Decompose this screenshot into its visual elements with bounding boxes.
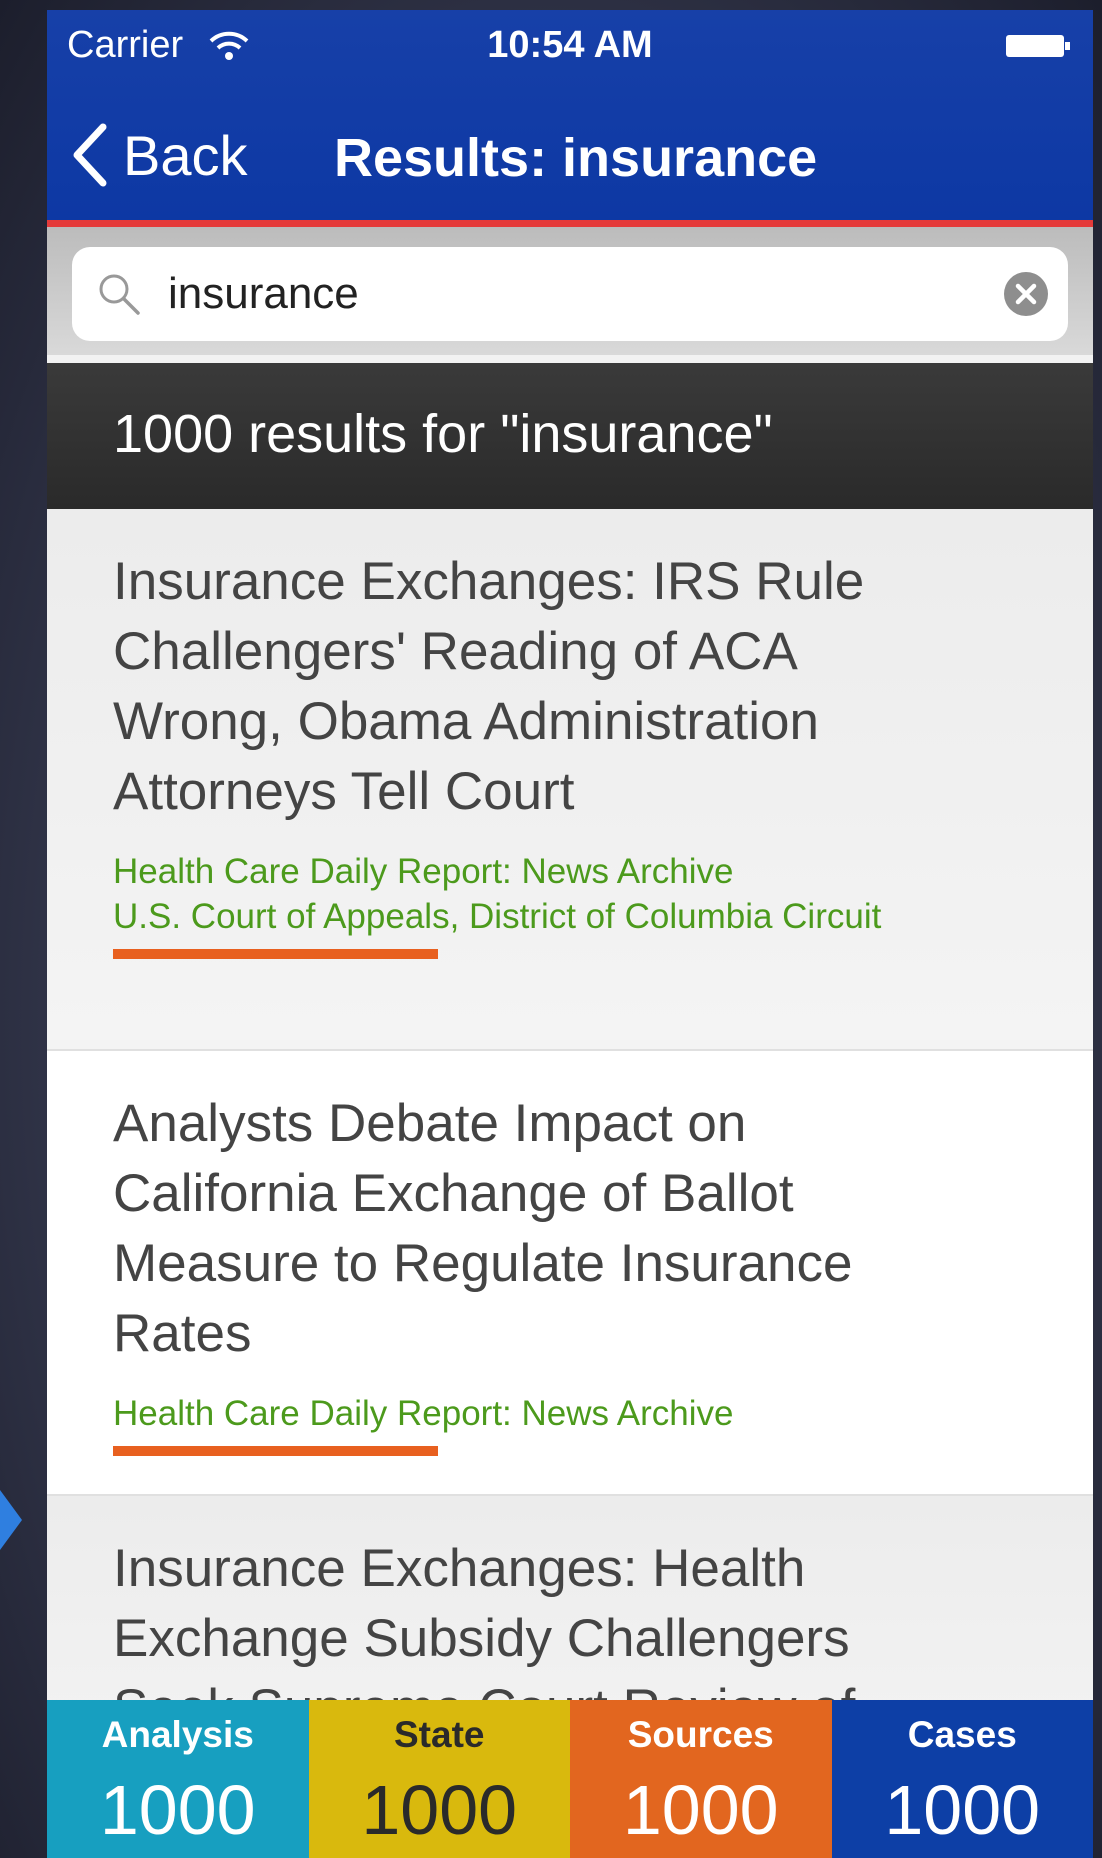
back-label: Back [123, 123, 248, 187]
tab-label: State [394, 1714, 485, 1755]
tab-count: 1000 [884, 1771, 1041, 1849]
result-item[interactable]: Insurance Exchanges: IRS Rule Challenger… [47, 509, 1093, 1051]
search-bar [47, 227, 1093, 355]
result-title: Insurance Exchanges: IRS Rule Challenger… [113, 552, 865, 821]
tab-state[interactable]: State 1000 [308, 1700, 570, 1858]
search-icon [99, 274, 140, 315]
result-underline [113, 1446, 438, 1456]
tab-analysis[interactable]: Analysis 1000 [47, 1700, 309, 1858]
category-tab-bar: Analysis 1000 State 1000 Sources 1000 Ca… [47, 1700, 1093, 1858]
result-underline [113, 949, 438, 959]
status-time: 10:54 AM [487, 24, 653, 66]
tab-count: 1000 [99, 1771, 256, 1849]
search-input[interactable] [168, 257, 968, 331]
back-button[interactable]: Back [69, 115, 248, 195]
tab-count: 1000 [361, 1771, 518, 1849]
clear-search-icon[interactable] [1002, 270, 1050, 318]
chevron-left-icon [73, 123, 107, 187]
navigation-bar: Back Results: insurance [47, 105, 1093, 205]
result-title: Analysts Debate Impact on California Exc… [113, 1094, 853, 1363]
results-list: Insurance Exchanges: IRS Rule Challenger… [47, 509, 1093, 1796]
phone-screen: Carrier 10:54 AM Back Results: insurance [47, 10, 1093, 1858]
tab-cases[interactable]: Cases 1000 [831, 1700, 1093, 1858]
status-bar: Carrier 10:54 AM [47, 10, 1093, 90]
top-bar: Carrier 10:54 AM Back Results: insurance [47, 10, 1093, 227]
tab-count: 1000 [622, 1771, 779, 1849]
page-title: Results: insurance [334, 128, 818, 188]
battery-icon [1006, 35, 1070, 57]
result-source: U.S. Court of Appeals, District of Colum… [113, 897, 882, 936]
tab-label: Analysis [101, 1714, 254, 1755]
result-source: Health Care Daily Report: News Archive [113, 852, 734, 891]
tab-sources[interactable]: Sources 1000 [570, 1700, 832, 1858]
tab-label: Cases [907, 1714, 1017, 1755]
result-source: Health Care Daily Report: News Archive [113, 1394, 734, 1433]
results-count-text: 1000 results for "insurance" [113, 404, 773, 464]
tab-label: Sources [627, 1714, 774, 1755]
results-count-header: 1000 results for "insurance" [47, 363, 1093, 509]
result-item[interactable]: Analysts Debate Impact on California Exc… [47, 1051, 1093, 1496]
pointer-arrow-icon [0, 1490, 22, 1550]
search-box [72, 247, 1068, 341]
